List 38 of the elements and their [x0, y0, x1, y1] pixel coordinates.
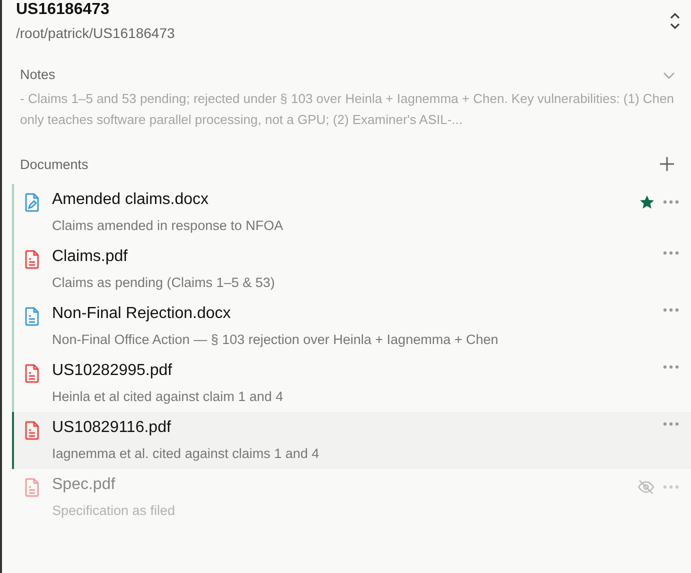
document-item[interactable]: Claims.pdf Claims as pending (Claims 1–5 & 53) — [12, 241, 691, 298]
document-icon — [24, 307, 40, 326]
more-icon[interactable] — [663, 308, 679, 312]
document-item[interactable]: Non-Final Rejection.docx Non-Final Office Action — § 103 rejection over Heinla + Iagnemma + Chen — [12, 298, 691, 355]
chevrons-icon[interactable] — [669, 12, 681, 30]
document-name: US10829116.pdf — [52, 419, 172, 437]
chevron-icon[interactable] — [663, 70, 675, 78]
document-description: Specification as filed — [52, 503, 176, 518]
document-description: Claims amended in response to NFOA — [52, 218, 284, 233]
notes-text: - Claims 1–5 and 53 pending; rejected under § 103 over Heinla + Iagnemma + Chen. Key vulnerabilities: (1) Chen only teaches software parallel processing, not a GPU; (2) Examiner's ASIL-... — [19, 90, 675, 129]
more-icon[interactable] — [663, 485, 679, 489]
file-edit-icon — [24, 193, 40, 212]
document-name: Amended claims.docx — [52, 191, 210, 209]
document-description: Claims as pending (Claims 1–5 & 53) — [52, 275, 276, 290]
notes-label: Notes — [20, 67, 56, 82]
eye-off-icon[interactable] — [637, 479, 655, 495]
document-name: Spec.pdf — [52, 476, 116, 494]
document-name: Non-Final Rejection.docx — [52, 305, 232, 323]
document-item[interactable]: US10829116.pdf Iagnemma et al. cited against claims 1 and 4 — [12, 412, 691, 469]
more-icon[interactable] — [663, 422, 679, 426]
pdf-file-icon — [24, 421, 40, 440]
document-description: Heinla et al cited against claim 1 and 4 — [52, 389, 284, 404]
project-path: /root/patrick/US16186473 — [16, 25, 175, 41]
document-item[interactable]: Amended claims.docx Claims amended in response to NFOA — [12, 184, 691, 241]
pdf-file-icon — [24, 478, 40, 497]
document-name: US10282995.pdf — [52, 362, 174, 380]
star-icon[interactable] — [639, 194, 655, 210]
more-icon[interactable] — [663, 200, 679, 204]
documents-label: Documents — [20, 156, 88, 172]
add-icon[interactable] — [659, 156, 675, 172]
pdf-file-icon — [24, 250, 40, 269]
document-name: Claims.pdf — [52, 248, 129, 266]
more-icon[interactable] — [663, 365, 679, 369]
project-title: US16186473 — [16, 1, 110, 19]
document-description: Iagnemma et al. cited against claims 1 and 4 — [52, 446, 320, 461]
more-icon[interactable] — [663, 251, 679, 255]
pdf-file-icon — [24, 364, 40, 383]
document-description: Non-Final Office Action — § 103 rejection over Heinla + Iagnemma + Chen — [52, 332, 500, 347]
